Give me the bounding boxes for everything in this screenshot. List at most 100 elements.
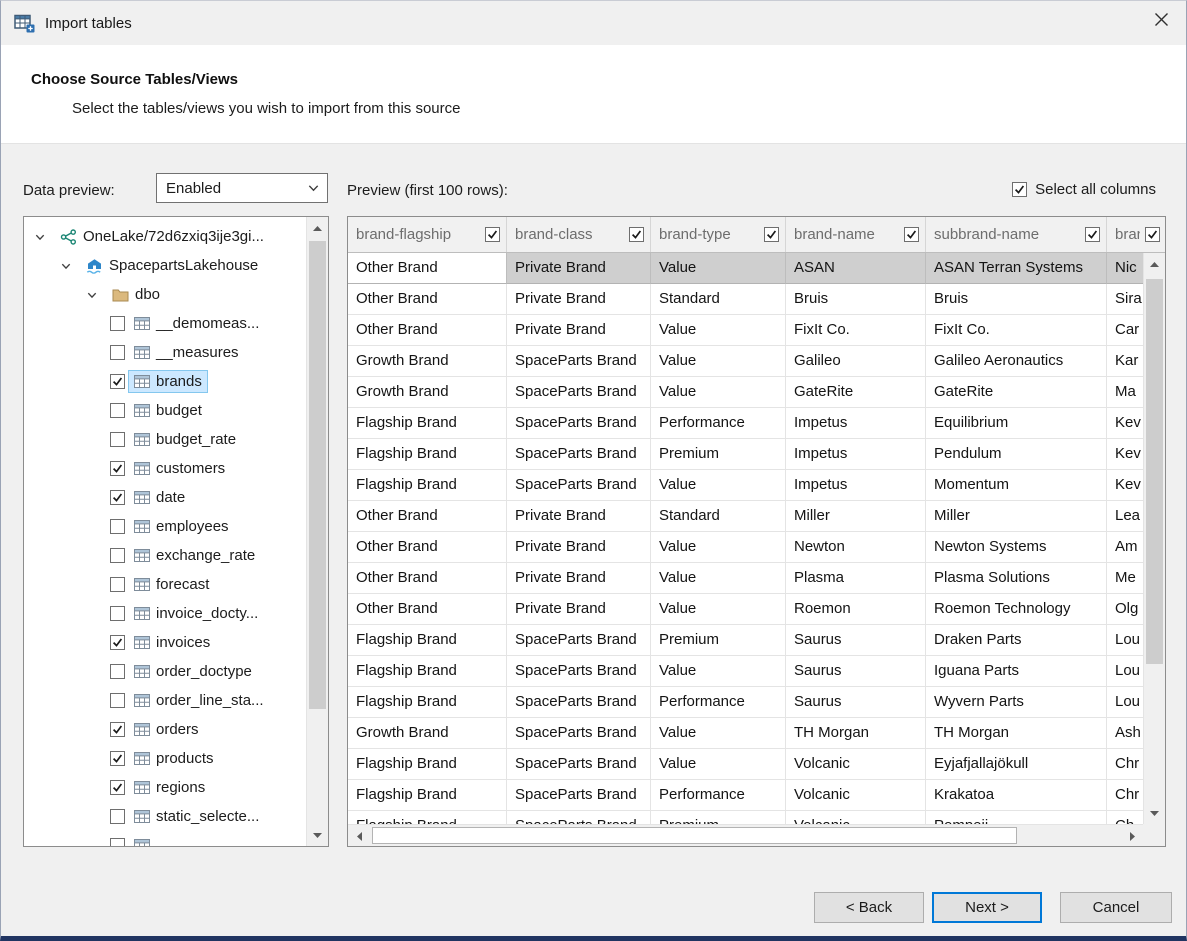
column-header-brand-flagship[interactable]: brand-flagship	[348, 217, 507, 252]
tree-item-budget[interactable]: budget	[24, 396, 306, 425]
table-row[interactable]: Flagship BrandSpaceParts BrandPerformanc…	[348, 780, 1143, 811]
table-hscrollbar-thumb[interactable]	[372, 827, 1017, 844]
chevron-down-icon[interactable]	[58, 260, 73, 272]
column-checkbox[interactable]	[485, 227, 500, 242]
table-hscrollbar-track[interactable]	[370, 825, 1121, 846]
table-row[interactable]: Other BrandPrivate BrandStandardMillerMi…	[348, 501, 1143, 532]
table-row[interactable]: Flagship BrandSpaceParts BrandValueImpet…	[348, 470, 1143, 501]
tree-vertical-scrollbar[interactable]	[306, 217, 328, 846]
tree-item-date[interactable]: date	[24, 483, 306, 512]
table-row[interactable]: Other BrandPrivate BrandValueASANASAN Te…	[348, 253, 1143, 284]
tree-item-customers[interactable]: customers	[24, 454, 306, 483]
select-all-columns[interactable]: Select all columns	[1012, 181, 1156, 198]
tree-checkbox[interactable]	[110, 751, 125, 766]
table-scrollbar-track[interactable]	[1144, 275, 1165, 802]
scroll-left-icon[interactable]	[348, 825, 370, 847]
column-checkbox[interactable]	[1085, 227, 1100, 242]
tree-checkbox[interactable]	[110, 809, 125, 824]
column-checkbox[interactable]	[764, 227, 779, 242]
table-row[interactable]: Growth BrandSpaceParts BrandValueGalileo…	[348, 346, 1143, 377]
column-header-brand-type[interactable]: brand-type	[651, 217, 786, 252]
table-row[interactable]: Flagship BrandSpaceParts BrandPremiumSau…	[348, 625, 1143, 656]
tree-item-budget-rate[interactable]: budget_rate	[24, 425, 306, 454]
tree-item-order-doctype[interactable]: order_doctype	[24, 657, 306, 686]
table-row[interactable]: Other BrandPrivate BrandValueFixIt Co.Fi…	[348, 315, 1143, 346]
scroll-right-icon[interactable]	[1121, 825, 1143, 847]
tree-checkbox[interactable]	[110, 374, 125, 389]
tree-item-invoice-docty[interactable]: invoice_docty...	[24, 599, 306, 628]
tree-checkbox[interactable]	[110, 722, 125, 737]
back-button[interactable]: < Back	[814, 892, 924, 923]
tree-checkbox[interactable]	[110, 635, 125, 650]
column-checkbox[interactable]	[1145, 227, 1160, 242]
select-all-checkbox[interactable]	[1012, 182, 1027, 197]
tree-item-products[interactable]: products	[24, 744, 306, 773]
tree-item-orders[interactable]: orders	[24, 715, 306, 744]
tree-item-spacepartslakehouse[interactable]: SpacepartsLakehouse	[24, 251, 306, 280]
tree-checkbox[interactable]	[110, 461, 125, 476]
table-row[interactable]: Flagship BrandSpaceParts BrandValueVolca…	[348, 749, 1143, 780]
tree-checkbox[interactable]	[110, 403, 125, 418]
table-vertical-scrollbar[interactable]	[1143, 253, 1165, 824]
tree-checkbox[interactable]	[110, 490, 125, 505]
scroll-down-icon[interactable]	[307, 824, 328, 846]
next-button[interactable]: Next >	[932, 892, 1042, 923]
tree-item-invoices[interactable]: invoices	[24, 628, 306, 657]
table-row[interactable]: Flagship BrandSpaceParts BrandPremiumVol…	[348, 811, 1143, 824]
table-row[interactable]: Other BrandPrivate BrandValueRoemonRoemo…	[348, 594, 1143, 625]
table-row[interactable]: Flagship BrandSpaceParts BrandPremiumImp…	[348, 439, 1143, 470]
scroll-up-icon[interactable]	[1144, 253, 1165, 275]
tree-checkbox[interactable]	[110, 606, 125, 621]
tree-checkbox[interactable]	[110, 316, 125, 331]
table-row[interactable]: Flagship BrandSpaceParts BrandPerformanc…	[348, 408, 1143, 439]
tree-item-employees[interactable]: employees	[24, 512, 306, 541]
scroll-down-icon[interactable]	[1144, 802, 1165, 824]
scroll-up-icon[interactable]	[307, 217, 328, 239]
tree-checkbox[interactable]	[110, 519, 125, 534]
tree-item-onelake-72d6zxiq3ije3gi[interactable]: OneLake/72d6zxiq3ije3gi...	[24, 222, 306, 251]
tree-checkbox[interactable]	[110, 664, 125, 679]
tree-item-static-selecte[interactable]: static_selecte...	[24, 802, 306, 831]
column-header-brand-class[interactable]: brand-class	[507, 217, 651, 252]
table-row[interactable]: Other BrandPrivate BrandValueNewtonNewto…	[348, 532, 1143, 563]
tree-item-forecast[interactable]: forecast	[24, 570, 306, 599]
cancel-button[interactable]: Cancel	[1060, 892, 1172, 923]
close-button[interactable]	[1138, 1, 1184, 43]
column-checkbox[interactable]	[629, 227, 644, 242]
tree-checkbox[interactable]	[110, 432, 125, 447]
column-header-brand-name[interactable]: brand-name	[786, 217, 926, 252]
tree-item-order-line-sta[interactable]: order_line_sta...	[24, 686, 306, 715]
tree-checkbox[interactable]	[110, 577, 125, 592]
tree-item-dbo[interactable]: dbo	[24, 280, 306, 309]
column-header-subbrand-name[interactable]: subbrand-name	[926, 217, 1107, 252]
tree-item-brands[interactable]: brands	[24, 367, 306, 396]
tree-item-clipped[interactable]	[24, 831, 306, 846]
table-row[interactable]: Flagship BrandSpaceParts BrandValueSauru…	[348, 656, 1143, 687]
table-row[interactable]: Other BrandPrivate BrandValuePlasmaPlasm…	[348, 563, 1143, 594]
table-row[interactable]: Flagship BrandSpaceParts BrandPerformanc…	[348, 687, 1143, 718]
tree-scrollbar-track[interactable]	[307, 239, 328, 824]
tree-checkbox[interactable]	[110, 780, 125, 795]
table-row[interactable]: Other BrandPrivate BrandStandardBruisBru…	[348, 284, 1143, 315]
table-scrollbar-thumb[interactable]	[1146, 279, 1163, 664]
data-preview-dropdown[interactable]: Enabled	[156, 173, 328, 203]
tree-item-measures[interactable]: __measures	[24, 338, 306, 367]
tree-checkbox[interactable]	[110, 838, 125, 846]
column-header-brand[interactable]: brand	[1107, 217, 1165, 252]
table-row[interactable]: Growth BrandSpaceParts BrandValueTH Morg…	[348, 718, 1143, 749]
column-header-label: brand-class	[515, 226, 624, 243]
chevron-down-icon[interactable]	[84, 289, 99, 301]
chevron-down-icon[interactable]	[32, 231, 47, 243]
tree-checkbox[interactable]	[110, 345, 125, 360]
table-row[interactable]: Growth BrandSpaceParts BrandValueGateRit…	[348, 377, 1143, 408]
tree-item-exchange-rate[interactable]: exchange_rate	[24, 541, 306, 570]
table-cell: Other Brand	[348, 315, 507, 346]
tree-checkbox[interactable]	[110, 548, 125, 563]
tree-checkbox[interactable]	[110, 693, 125, 708]
tree-scrollbar-thumb[interactable]	[309, 241, 326, 709]
import-tables-icon	[14, 14, 35, 33]
tree-item-regions[interactable]: regions	[24, 773, 306, 802]
tree-item-demomeas[interactable]: __demomeas...	[24, 309, 306, 338]
table-horizontal-scrollbar[interactable]	[348, 824, 1143, 846]
column-checkbox[interactable]	[904, 227, 919, 242]
